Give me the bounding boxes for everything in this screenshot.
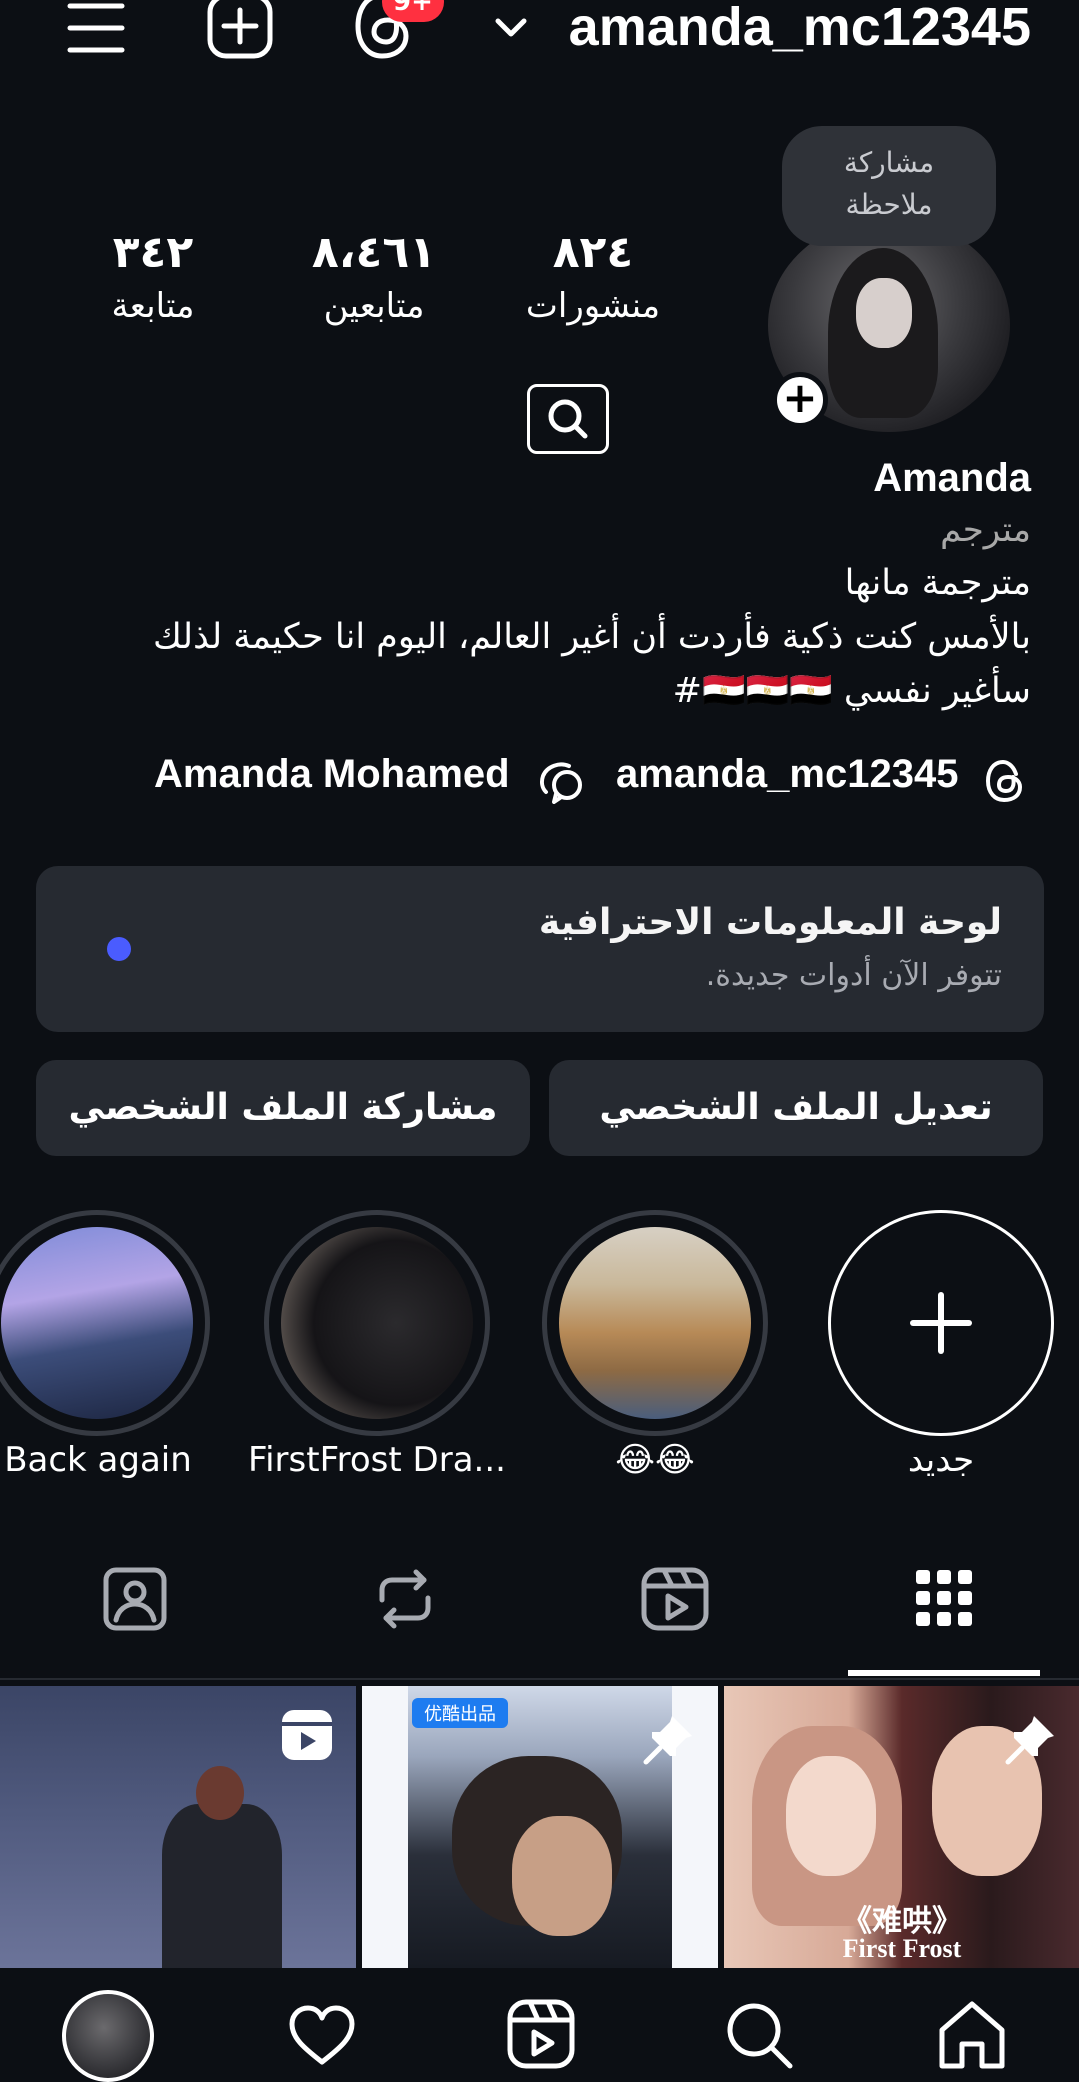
dashboard-title: لوحة المعلومات الاحترافية [538, 902, 1002, 943]
grid-tab-icon[interactable] [912, 1566, 976, 1630]
pin-icon [642, 1712, 696, 1766]
search-icon[interactable] [722, 1998, 794, 2070]
threads-link-text: amanda_mc12345 [616, 752, 959, 796]
menu-icon[interactable] [66, 0, 126, 56]
post-title-overlay: 优酷出品 [412, 1698, 508, 1728]
reels-icon[interactable] [506, 1998, 576, 2070]
reposts-tab-icon[interactable] [372, 1566, 438, 1632]
top-bar: 9+ amanda_mc12345 [0, 0, 1079, 70]
highlight-item[interactable] [264, 1210, 490, 1436]
create-post-icon[interactable] [206, 0, 274, 60]
posts-stat[interactable]: ٨٢٤ منشورات [518, 225, 668, 331]
followers-count: ٨،٤٦١ [311, 227, 437, 278]
highlight-item[interactable] [0, 1210, 210, 1436]
new-highlight-button[interactable] [828, 1210, 1054, 1436]
bottom-nav [0, 1970, 1079, 2082]
tab-divider [0, 1678, 1079, 1680]
post-thumbnail[interactable]: 《难哄》 First Frost [724, 1686, 1079, 1968]
professional-dashboard[interactable]: لوحة المعلومات الاحترافية تتوفر الآن أدو… [36, 866, 1044, 1032]
highlight-label: Back again [4, 1440, 192, 1480]
following-count: ٣٤٢ [112, 227, 194, 278]
dashboard-subtitle: تتوفر الآن أدوات جديدة. [705, 958, 1002, 993]
highlight-label: 😂😂 [615, 1440, 695, 1480]
following-label: متابعة [111, 286, 195, 326]
followers-stat[interactable]: ٨،٤٦١ متابعين [304, 225, 444, 331]
pin-icon [1004, 1712, 1058, 1766]
threads-small-icon [984, 758, 1026, 804]
add-story-button[interactable]: + [772, 372, 828, 428]
active-tab-indicator [848, 1670, 1040, 1676]
home-icon[interactable] [936, 1998, 1008, 2070]
note-text: مشاركة ملاحظة [843, 146, 935, 221]
messenger-icon [538, 758, 586, 804]
messenger-link-text: Amanda Mohamed [154, 752, 510, 796]
edit-profile-button[interactable]: تعديل الملف الشخصي [549, 1060, 1043, 1156]
tagged-tab-icon[interactable] [102, 1566, 168, 1632]
profile-avatar[interactable] [62, 1990, 154, 2082]
messenger-profile-link[interactable]: Amanda Mohamed [154, 752, 510, 797]
post-thumbnail[interactable] [0, 1686, 356, 1968]
threads-profile-link[interactable]: amanda_mc12345 [616, 752, 958, 797]
highlight-item[interactable] [542, 1210, 768, 1436]
highlight-label: FirstFrost Dra... [248, 1440, 506, 1480]
chevron-down-icon[interactable] [494, 16, 528, 40]
posts-count: ٨٢٤ [552, 227, 634, 278]
posts-label: منشورات [525, 286, 661, 326]
following-stat[interactable]: ٣٤٢ متابعة [92, 225, 214, 331]
threads-badge: 9+ [382, 0, 444, 22]
note-bubble[interactable]: مشاركة ملاحظة [782, 126, 996, 246]
post-caption: First Frost [842, 1934, 962, 1963]
display-name: Amanda [873, 456, 1031, 500]
reels-tab-icon[interactable] [640, 1566, 710, 1632]
reel-icon [280, 1708, 334, 1762]
highlight-label: جديد [907, 1440, 975, 1480]
followers-label: متابعين [323, 286, 425, 326]
bio-line: بالأمس كنت ذكية فأردت أن أغير العالم، ال… [152, 617, 1031, 657]
notification-dot [107, 937, 131, 961]
share-profile-button[interactable]: مشاركة الملف الشخصي [36, 1060, 530, 1156]
heart-icon[interactable] [286, 2002, 358, 2068]
bio-line: سأغير نفسي 🇪🇬🇪🇬🇪🇬# [672, 671, 1031, 711]
discover-search-button[interactable] [527, 384, 609, 454]
bio-line: مترجمة مانها [844, 563, 1031, 603]
category-label: مترجم [940, 510, 1031, 550]
username-title[interactable]: amanda_mc12345 [569, 0, 1031, 58]
post-thumbnail[interactable]: 优酷出品 [362, 1686, 718, 1968]
